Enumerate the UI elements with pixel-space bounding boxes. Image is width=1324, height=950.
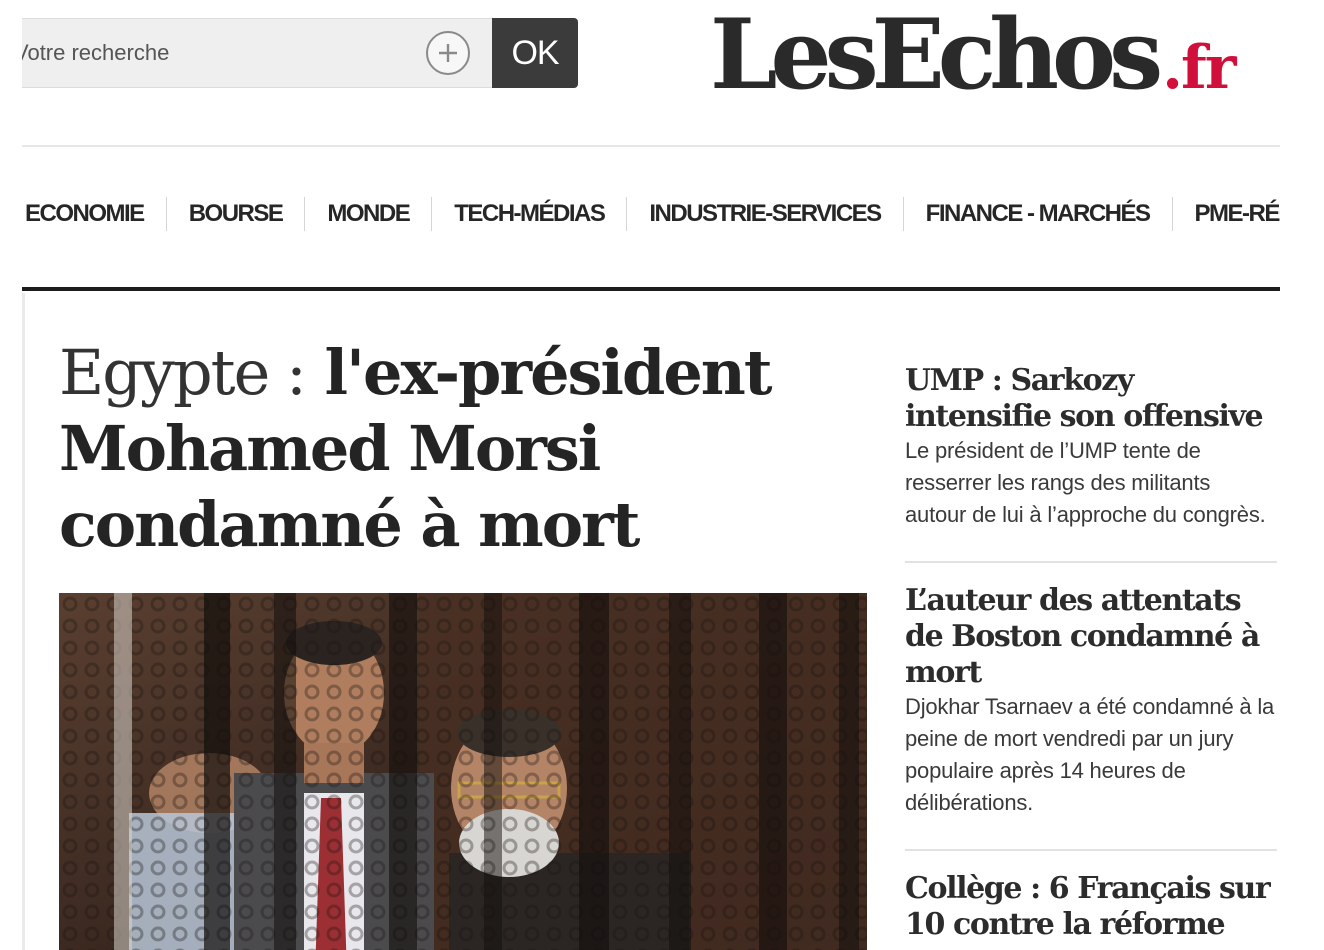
nav-item-5[interactable]: FINANCE - MARCHÉS [904,190,1172,238]
story-title[interactable]: UMP : Sarkozy intensifie son offensive [905,363,1277,435]
story-title[interactable]: Collège : 6 Français sur 10 contre la ré… [905,871,1277,943]
headline-kicker: Egypte : [59,336,307,409]
main-headline[interactable]: Egypte : l'ex-président Mohamed Morsi co… [59,335,799,563]
courtroom-photo-image [59,593,867,950]
story-title[interactable]: L’auteur des attentats de Boston condamn… [905,583,1277,691]
search-field [22,18,492,88]
sidebar-story: Collège : 6 Français sur 10 contre la ré… [905,871,1277,943]
main-nav: ECONOMIE BOURSE MONDE TECH-MÉDIAS INDUSTRIE-… [22,190,1280,238]
nav-item-0[interactable]: ECONOMIE [22,190,166,238]
nav-item-1[interactable]: BOURSE [167,190,305,238]
search-submit-button[interactable]: OK [492,18,578,88]
search-input[interactable] [22,19,422,87]
story-summary: Djokhar Tsarnaev a été condamné à la pei… [905,694,1275,815]
story-separator [905,849,1277,851]
page: OK LesEchos.fr ECONOMIEBOURSEMONDETECH-M… [0,0,1324,950]
story-summary: Le président de l’UMP tente de resserrer… [905,438,1266,527]
nav-item-2[interactable]: MONDE [305,190,431,238]
nav-divider [22,287,1280,291]
nav-item-4[interactable]: INDUSTRIE-SERVICES [627,190,902,238]
main-story-photo[interactable] [59,593,867,950]
header-divider [22,145,1280,147]
main-content: Egypte : l'ex-président Mohamed Morsi co… [22,293,1283,950]
advanced-search-button[interactable] [426,31,470,75]
nav-item-3[interactable]: TECH-MÉDIAS [432,190,626,238]
sidebar: UMP : Sarkozy intensifie son offensive Le… [905,363,1277,943]
logo-main-text: LesEchos [710,0,1163,111]
search-bar: OK [22,18,578,88]
sidebar-story: L’auteur des attentats de Boston condamn… [905,583,1277,819]
plus-circle-icon [439,44,457,62]
site-logo[interactable]: LesEchos .fr [710,0,1236,111]
sidebar-story: UMP : Sarkozy intensifie son offensive Le… [905,363,1277,531]
story-separator [905,561,1277,563]
nav-item-6[interactable]: PME-RÉGIONS [1173,190,1281,238]
logo-suffix-text: .fr [1162,33,1236,103]
